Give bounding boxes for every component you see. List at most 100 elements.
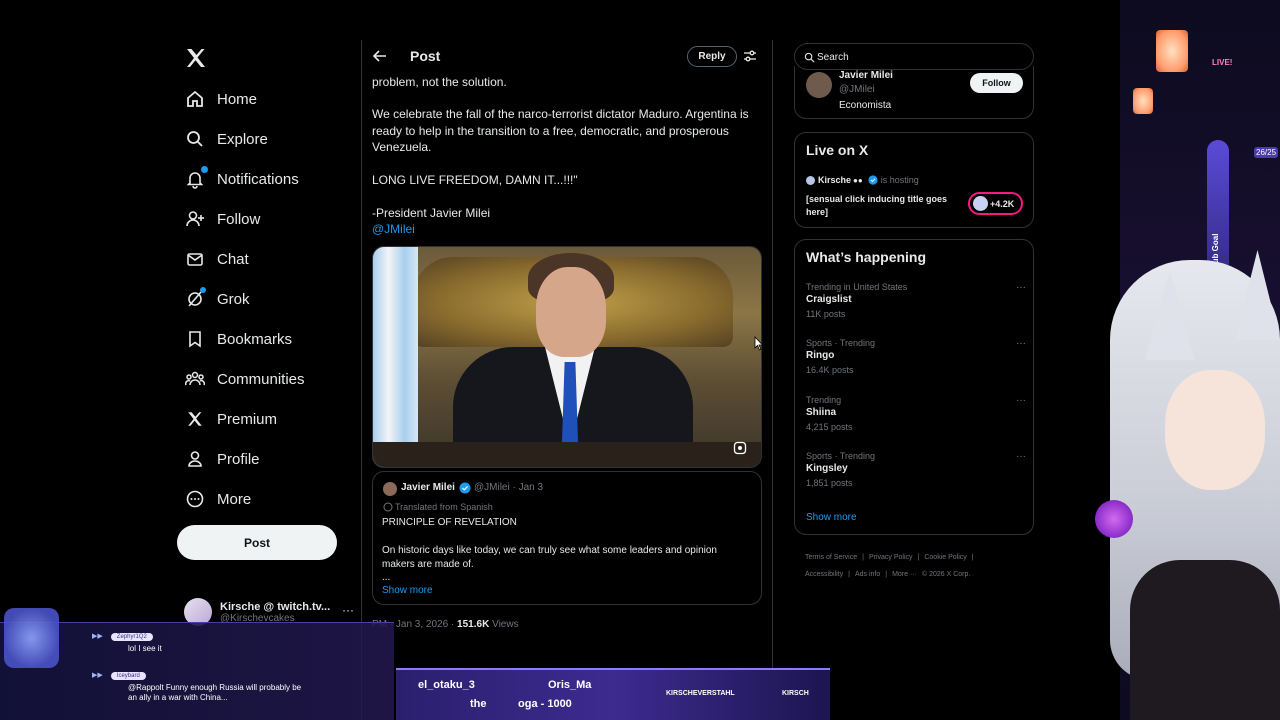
nav-home[interactable]: Home (184, 83, 257, 115)
who-to-follow-panel: Javier Milei @JMilei Economista Follow (794, 66, 1034, 119)
trend-post-count: 4,215 posts (806, 422, 853, 432)
post-detail-column: Post Reply problem, not the solution. We… (361, 40, 773, 720)
show-more-link[interactable]: Show more (806, 512, 857, 523)
trend-context: Trending (806, 395, 842, 405)
footer-link-cookies[interactable]: Cookie Policy (924, 554, 966, 561)
quoted-post[interactable]: Javier Milei @JMilei · Jan 3 Translated … (372, 471, 762, 605)
footer-link-privacy[interactable]: Privacy Policy (869, 554, 913, 561)
trend-name: Shiina (806, 407, 837, 418)
quoted-text-heading: PRINCIPLE OF REVELATION (382, 517, 517, 528)
suggested-user-bio: Economista (839, 100, 892, 111)
tweet-text-paragraph: We celebrate the fall of the narco-terro… (372, 107, 749, 154)
trend-item[interactable]: Sports · Trending Kingsley 1,851 posts ·… (806, 451, 1026, 499)
mail-icon (184, 248, 206, 270)
live-host-row[interactable]: Kirsche ●● is hosting (806, 175, 919, 185)
suggested-user-name[interactable]: Javier Milei (839, 70, 893, 81)
social-handle: KIRSCH (782, 690, 809, 697)
footer-link-terms[interactable]: Terms of Service (805, 554, 857, 561)
bookmark-icon (184, 328, 206, 350)
ticker-item: Oris_Ma (548, 679, 592, 691)
footer-separator: | (885, 571, 888, 578)
video-person-face (536, 267, 606, 357)
views-label: Views (489, 619, 519, 630)
footer-link-ads[interactable]: Ads info (855, 571, 880, 578)
live-sign: LIVE! (1212, 58, 1233, 67)
ticker-item: the (470, 698, 487, 710)
trend-item[interactable]: Sports · Trending Ringo 16.4K posts ··· (806, 338, 1026, 386)
whats-happening-panel: What’s happening Trending in United Stat… (794, 239, 1034, 535)
verified-badge-icon (459, 482, 471, 494)
tweet-mention-link[interactable]: @JMilei (372, 221, 764, 238)
live-hosting-label: is hosting (880, 175, 919, 185)
nav-premium-label: Premium (217, 410, 278, 428)
search-icon (804, 52, 815, 63)
nav-explore[interactable]: Explore (184, 123, 268, 155)
live-listeners-pill[interactable]: +4.2K (968, 192, 1023, 215)
nav-bookmarks-label: Bookmarks (217, 330, 293, 348)
avatar (973, 196, 988, 211)
avatar (383, 482, 397, 496)
reply-button[interactable]: Reply (687, 46, 737, 67)
home-icon (184, 88, 206, 110)
emoji-icon: ●● (853, 175, 863, 185)
tweet-video[interactable] (372, 246, 762, 468)
nav-more[interactable]: More (184, 483, 251, 515)
social-handle: KIRSCHEVERSTAHL (666, 690, 735, 697)
trend-context: Trending in United States (806, 282, 908, 292)
more-icon[interactable]: ··· (1016, 338, 1026, 349)
back-arrow-icon[interactable] (372, 48, 388, 64)
footer-link-more[interactable]: More ··· (892, 571, 917, 578)
nav-grok[interactable]: Grok (184, 283, 250, 315)
account-name: Kirsche @ twitch.tv... (220, 600, 331, 613)
post-button[interactable]: Post (177, 525, 337, 560)
more-icon (184, 488, 206, 510)
nav-profile[interactable]: Profile (184, 443, 260, 475)
footer-link-accessibility[interactable]: Accessibility (805, 571, 843, 578)
nav-notifications-label: Notifications (217, 170, 299, 188)
nav-premium[interactable]: Premium (184, 403, 277, 435)
trend-post-count: 1,851 posts (806, 478, 853, 488)
page-title: Post (410, 48, 441, 64)
chat-message: ▶▶ Zephyr1Q2 lol I see it (92, 631, 162, 653)
sliders-icon[interactable] (743, 49, 757, 63)
footer-links: Terms of Service | Privacy Policy | Cookie P… (805, 549, 1015, 583)
profile-icon (184, 448, 206, 470)
lantern-decoration (1156, 30, 1188, 72)
live-on-x-panel: Live on X Kirsche ●● is hosting [sensual… (794, 132, 1034, 228)
ticker-item: oga - 1000 (518, 698, 572, 710)
expand-icon[interactable] (733, 441, 747, 455)
nav-communities[interactable]: Communities (184, 363, 305, 395)
translated-note: Translated from Spanish (395, 502, 493, 512)
account-more-icon[interactable]: ··· (342, 603, 354, 617)
panel-title: Live on X (806, 142, 869, 158)
trend-item[interactable]: Trending Shiina 4,215 posts ··· (806, 395, 1026, 443)
nav-communities-label: Communities (217, 370, 305, 388)
nav-follow[interactable]: Follow (184, 203, 260, 235)
tweet-text-line: problem, not the solution. (372, 75, 507, 89)
follow-button[interactable]: Follow (970, 73, 1023, 93)
trend-item[interactable]: Trending in United States Craigslist 11K… (806, 282, 1026, 330)
footer-separator: | (971, 554, 974, 561)
x-logo-icon[interactable] (184, 46, 208, 70)
trend-post-count: 11K posts (806, 309, 846, 319)
listener-count: +4.2K (990, 198, 1015, 209)
more-icon[interactable]: ··· (1016, 451, 1026, 462)
nav-bookmarks[interactable]: Bookmarks (184, 323, 292, 355)
video-flag (373, 247, 418, 467)
footer-separator: | (862, 554, 864, 561)
more-icon[interactable]: ··· (1016, 395, 1026, 406)
nav-chat[interactable]: Chat (184, 243, 249, 275)
footer-copyright: © 2026 X Corp. (921, 571, 971, 578)
stream-ticker: el_otaku_3 Oris_Ma the oga - 1000 KIRSCH… (396, 668, 830, 720)
notification-badge (200, 165, 209, 174)
live-space-title[interactable]: [sensual click inducing title goes here] (806, 193, 956, 219)
quoted-show-more-link[interactable]: Show more (382, 585, 433, 596)
more-icon[interactable]: ··· (1016, 282, 1026, 293)
avatar[interactable] (806, 72, 832, 98)
search-icon (184, 128, 206, 150)
chat-message: ▶▶ Iceybard @Rappolt Funny enough Russia … (92, 670, 302, 703)
quoted-text-body: On historic days like today, we can trul… (382, 545, 717, 570)
nav-notifications[interactable]: Notifications (184, 163, 299, 195)
nav-grok-label: Grok (217, 290, 250, 308)
avatar-outfit (1130, 560, 1280, 720)
